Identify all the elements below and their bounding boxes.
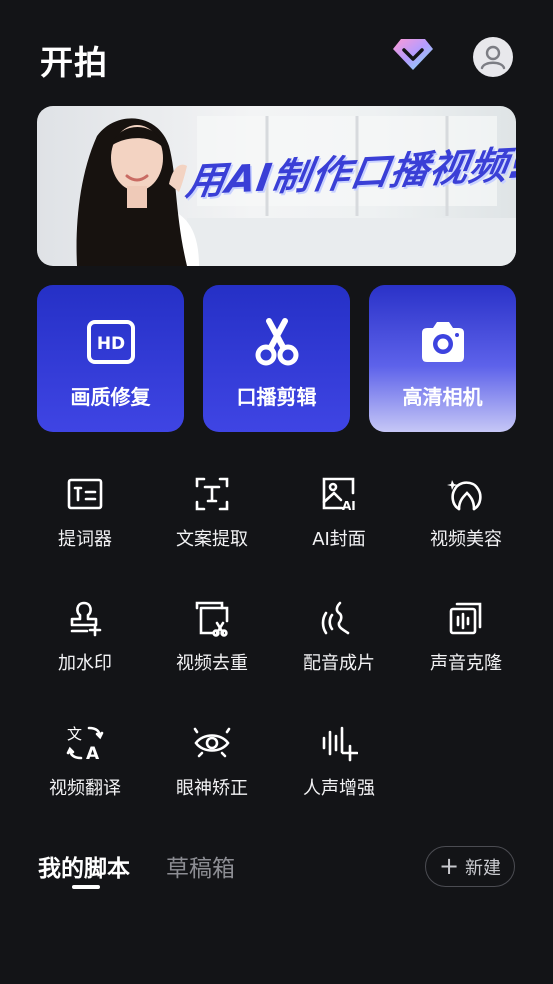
plus-icon: + [438,851,460,880]
tool-label: 眼神矫正 [176,778,248,799]
tool-label: 视频美容 [430,529,502,550]
tool-video-dedupe[interactable]: 视频去重 [152,599,272,699]
tool-label: 声音克隆 [430,653,502,674]
svg-text:HD: HD [96,334,124,354]
tool-dubbing[interactable]: 配音成片 [279,599,399,699]
translate-icon: 文 A [66,725,104,762]
tool-label: 人声增强 [303,778,375,799]
voice-clone-icon [449,602,482,635]
feature-speech-edit[interactable]: 口播剪辑 [203,285,350,432]
tool-label: 视频去重 [176,653,248,674]
page-title: 开拍 [40,43,108,82]
avatar[interactable] [473,37,513,77]
tool-voice-enhance[interactable]: 人声增强 [279,724,399,824]
feature-quality-repair[interactable]: HD 画质修复 [37,285,184,432]
svg-text:A: A [86,744,100,762]
svg-text:文: 文 [67,725,82,743]
feature-label: 高清相机 [402,385,483,409]
tab-my-scripts[interactable]: 我的脚本 [38,849,130,883]
camera-icon [421,322,464,362]
eye-correction-icon [193,727,231,758]
ai-cover-icon: AI [322,477,356,513]
svg-text:AI: AI [342,499,356,513]
promo-banner[interactable]: 用AI制作口播视频! [37,106,516,266]
tool-voice-clone[interactable]: 声音克隆 [406,599,526,699]
user-avatar-icon [480,45,506,70]
tool-label: 视频翻译 [49,778,121,799]
new-button-label: 新建 [465,857,502,879]
tool-eye-correction[interactable]: 眼神矫正 [152,724,272,824]
beauty-icon [447,480,482,511]
tab-indicator [72,885,100,889]
tool-label: 配音成片 [303,653,375,674]
feature-label: 口播剪辑 [236,385,317,409]
dedupe-icon [195,601,229,637]
tool-video-beauty[interactable]: 视频美容 [406,475,526,575]
new-button[interactable]: + 新建 [425,846,515,887]
voice-enhance-icon [322,726,358,762]
text-extract-icon [195,477,229,511]
teleprompter-icon [67,478,103,510]
tool-label: 文案提取 [176,529,248,550]
dubbing-icon [321,601,350,635]
tool-text-extract[interactable]: 文案提取 [152,475,272,575]
tool-ai-cover[interactable]: AI AI封面 [279,475,399,575]
watermark-icon [70,601,102,637]
scissors-icon [255,318,298,366]
tool-teleprompter[interactable]: 提词器 [25,475,145,575]
tool-label: 加水印 [58,653,112,674]
feature-label: 画质修复 [70,385,151,409]
tool-watermark[interactable]: 加水印 [25,599,145,699]
diamond-vip-icon[interactable] [391,36,435,72]
feature-hd-camera[interactable]: 高清相机 [369,285,516,432]
tool-label: AI封面 [312,529,366,550]
tab-drafts[interactable]: 草稿箱 [166,849,235,883]
hd-icon: HD [86,320,135,364]
tool-video-translate[interactable]: 文 A 视频翻译 [25,724,145,824]
tool-label: 提词器 [58,529,112,550]
